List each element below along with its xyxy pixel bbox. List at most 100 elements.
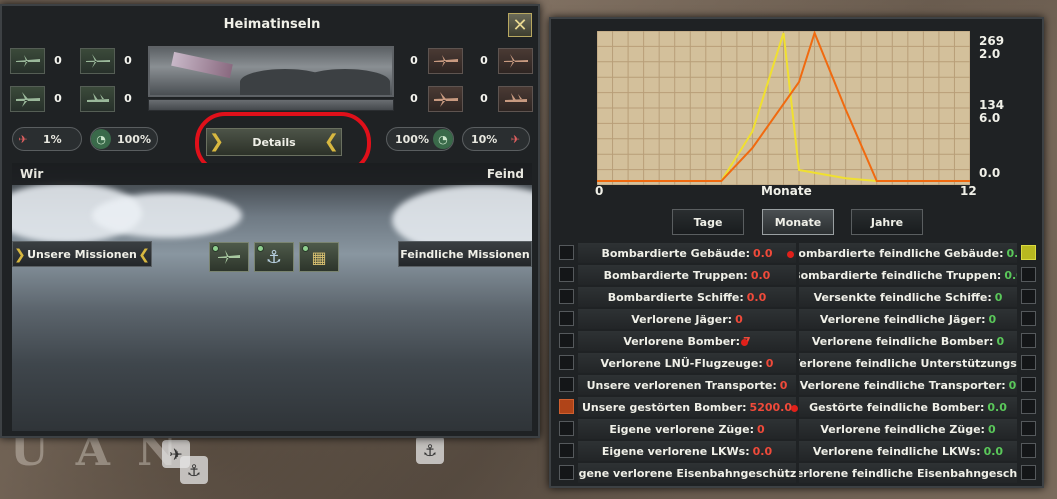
stat-right-value: 0 xyxy=(987,422,996,436)
y-tick-2-0: 2.0 xyxy=(979,47,1001,61)
enemy-cas-icon xyxy=(504,93,527,102)
stat-left-value: 0 xyxy=(735,312,743,326)
stat-left-checkbox[interactable] xyxy=(559,465,574,480)
naval-mission[interactable]: ⚓ xyxy=(254,242,294,272)
stat-left-checkbox[interactable] xyxy=(559,333,574,348)
stat-right-label: Verlorene feindliche Züge: xyxy=(820,422,985,436)
enemy-air-superiority[interactable]: 10% ✈ xyxy=(462,127,530,151)
stat-left-label: Unsere verlorenen Transporte: xyxy=(586,378,777,392)
stat-left-checkbox[interactable] xyxy=(559,421,574,436)
stat-right-checkbox[interactable] xyxy=(1021,399,1036,414)
enemy-bomber-icon xyxy=(433,92,458,107)
stat-right-cell: Verlorene feindliche Eisenbahngeschü xyxy=(799,463,1017,483)
stat-right-cell: Verlorene feindliche Transporter: 0 xyxy=(799,375,1017,395)
bomber-slot[interactable] xyxy=(10,86,45,112)
stat-left-checkbox[interactable] xyxy=(559,377,574,392)
enemy-fighter-icon xyxy=(433,55,458,67)
stat-left-cell: Eigene verlorene LKWs: 0.0 xyxy=(578,441,796,461)
stat-left-value: 0.0 xyxy=(750,268,771,282)
air-superiority-icon xyxy=(218,250,240,264)
stat-left-checkbox[interactable] xyxy=(559,399,574,414)
stat-right-label: Verlorene feindliche Transporter: xyxy=(799,378,1006,392)
cas-slot[interactable] xyxy=(80,86,115,112)
stat-right-checkbox[interactable] xyxy=(1021,267,1036,282)
stat-left-cell: Bombardierte Gebäude: 0.0 xyxy=(578,243,796,263)
we-label: Wir xyxy=(20,167,44,181)
map-ship-unit-icon[interactable]: ⚓ xyxy=(180,456,208,484)
stat-left-checkbox[interactable] xyxy=(559,355,574,370)
stat-left-checkbox[interactable] xyxy=(559,267,574,282)
change-marker-dot xyxy=(791,405,798,412)
enemy-fighter-slot[interactable] xyxy=(428,48,463,74)
stat-right-checkbox[interactable] xyxy=(1021,421,1036,436)
stat-row: Verlorene Jäger: 0 Verlorene feindliche Jä… xyxy=(559,309,1036,329)
chevron-left-icon: ❮ xyxy=(323,131,339,152)
stat-row: Eigene verlorene Eisenbahngeschütze Verlo… xyxy=(559,463,1036,483)
enemy-heavy-fighter-count: 0 xyxy=(480,54,488,67)
change-marker-dot xyxy=(741,339,748,346)
stat-right-checkbox[interactable] xyxy=(1021,377,1036,392)
our-efficiency[interactable]: ◔ 100% xyxy=(90,127,158,151)
y-tick-0-0: 0.0 xyxy=(979,166,1001,180)
stat-right-checkbox[interactable] xyxy=(1021,465,1036,480)
our-missions-button[interactable]: ❯ Unsere Missionen ❮ xyxy=(12,241,152,267)
our-air-superiority[interactable]: ✈ 1% xyxy=(12,127,82,151)
stat-row: Eigene verlorene LKWs: 0.0 Verlorene feind… xyxy=(559,441,1036,461)
stat-row: Verlorene LNÜ-Flugzeuge: 0 Verlorene feind… xyxy=(559,353,1036,373)
enemy-plane-rose-icon: ✈ xyxy=(510,132,520,146)
stat-left-checkbox[interactable] xyxy=(559,443,574,458)
fighter-slot[interactable] xyxy=(10,48,45,74)
stat-row: Bombardierte Truppen: 0.0 Bombardierte fei… xyxy=(559,265,1036,285)
stat-right-value: 0 xyxy=(994,290,1003,304)
stat-left-cell: Eigene verlorene Züge: 0 xyxy=(578,419,796,439)
chart-plot xyxy=(597,31,970,185)
cas-icon xyxy=(86,93,109,102)
stat-left-label: Bombardierte Truppen: xyxy=(603,268,748,282)
stat-left-checkbox[interactable] xyxy=(559,289,574,304)
enemy-heavy-fighter-slot[interactable] xyxy=(498,48,533,74)
stat-left-checkbox[interactable] xyxy=(559,311,574,326)
stat-left-value: 0.0 xyxy=(746,290,767,304)
period-days-button[interactable]: Tage xyxy=(672,209,744,235)
stat-left-value: 0 xyxy=(779,378,788,392)
y-tick-6-0: 6.0 xyxy=(979,111,1001,125)
enemy-missions-button[interactable]: Feindliche Missionen xyxy=(398,241,532,267)
enemy-missions-label: Feindliche Missionen xyxy=(400,247,530,261)
stat-right-checkbox[interactable] xyxy=(1021,311,1036,326)
stat-right-checkbox[interactable] xyxy=(1021,245,1036,260)
stat-right-checkbox[interactable] xyxy=(1021,289,1036,304)
our-efficiency-value: 100% xyxy=(117,132,151,146)
y-tick-bottom: 0.0 xyxy=(979,167,1000,180)
heavy-fighter-slot[interactable] xyxy=(80,48,115,74)
stat-left-value: 5200.0 xyxy=(749,400,792,414)
enemy-bomber-slot[interactable] xyxy=(428,86,463,112)
stat-right-value: 0 xyxy=(988,312,997,326)
stat-right-checkbox[interactable] xyxy=(1021,355,1036,370)
details-button[interactable]: ❯ Details ❮ xyxy=(206,128,342,156)
stat-left-cell: Eigene verlorene Eisenbahngeschütze xyxy=(578,463,796,483)
enemy-cas-slot[interactable] xyxy=(498,86,533,112)
stat-right-checkbox[interactable] xyxy=(1021,443,1036,458)
logistics-strike-mission[interactable]: ▦ xyxy=(299,242,339,272)
stat-right-value: 0 xyxy=(1008,378,1017,392)
fighter-icon xyxy=(15,55,40,67)
stat-right-checkbox[interactable] xyxy=(1021,333,1036,348)
map-naval-unit-icon[interactable]: ⚓ xyxy=(416,436,444,464)
air-superiority-mission[interactable] xyxy=(209,242,249,272)
stat-right-value: 0.0 xyxy=(983,444,1004,458)
stat-left-label: Bombardierte Schiffe: xyxy=(607,290,744,304)
stat-left-label: Eigene verlorene Eisenbahngeschütze xyxy=(578,466,796,480)
enemy-efficiency[interactable]: 100% ◔ xyxy=(386,127,454,151)
stat-left-value: 0 xyxy=(765,356,774,370)
close-button[interactable]: ✕ xyxy=(508,13,532,37)
period-years-button[interactable]: Jahre xyxy=(851,209,923,235)
period-months-button[interactable]: Monate xyxy=(762,209,834,235)
enemy-fighter-count: 0 xyxy=(410,54,418,67)
y-tick-top: 269 2.0 xyxy=(979,35,1004,61)
stat-row: Unsere verlorenen Transporte: 0 Verlorene … xyxy=(559,375,1036,395)
stat-left-cell: Bombardierte Schiffe: 0.0 xyxy=(578,287,796,307)
logistics-strike-icon: ▦ xyxy=(311,247,327,267)
stat-right-cell: Verlorene feindliche LKWs: 0.0 xyxy=(799,441,1017,461)
stat-left-checkbox[interactable] xyxy=(559,245,574,260)
bomber-count: 0 xyxy=(54,92,62,105)
